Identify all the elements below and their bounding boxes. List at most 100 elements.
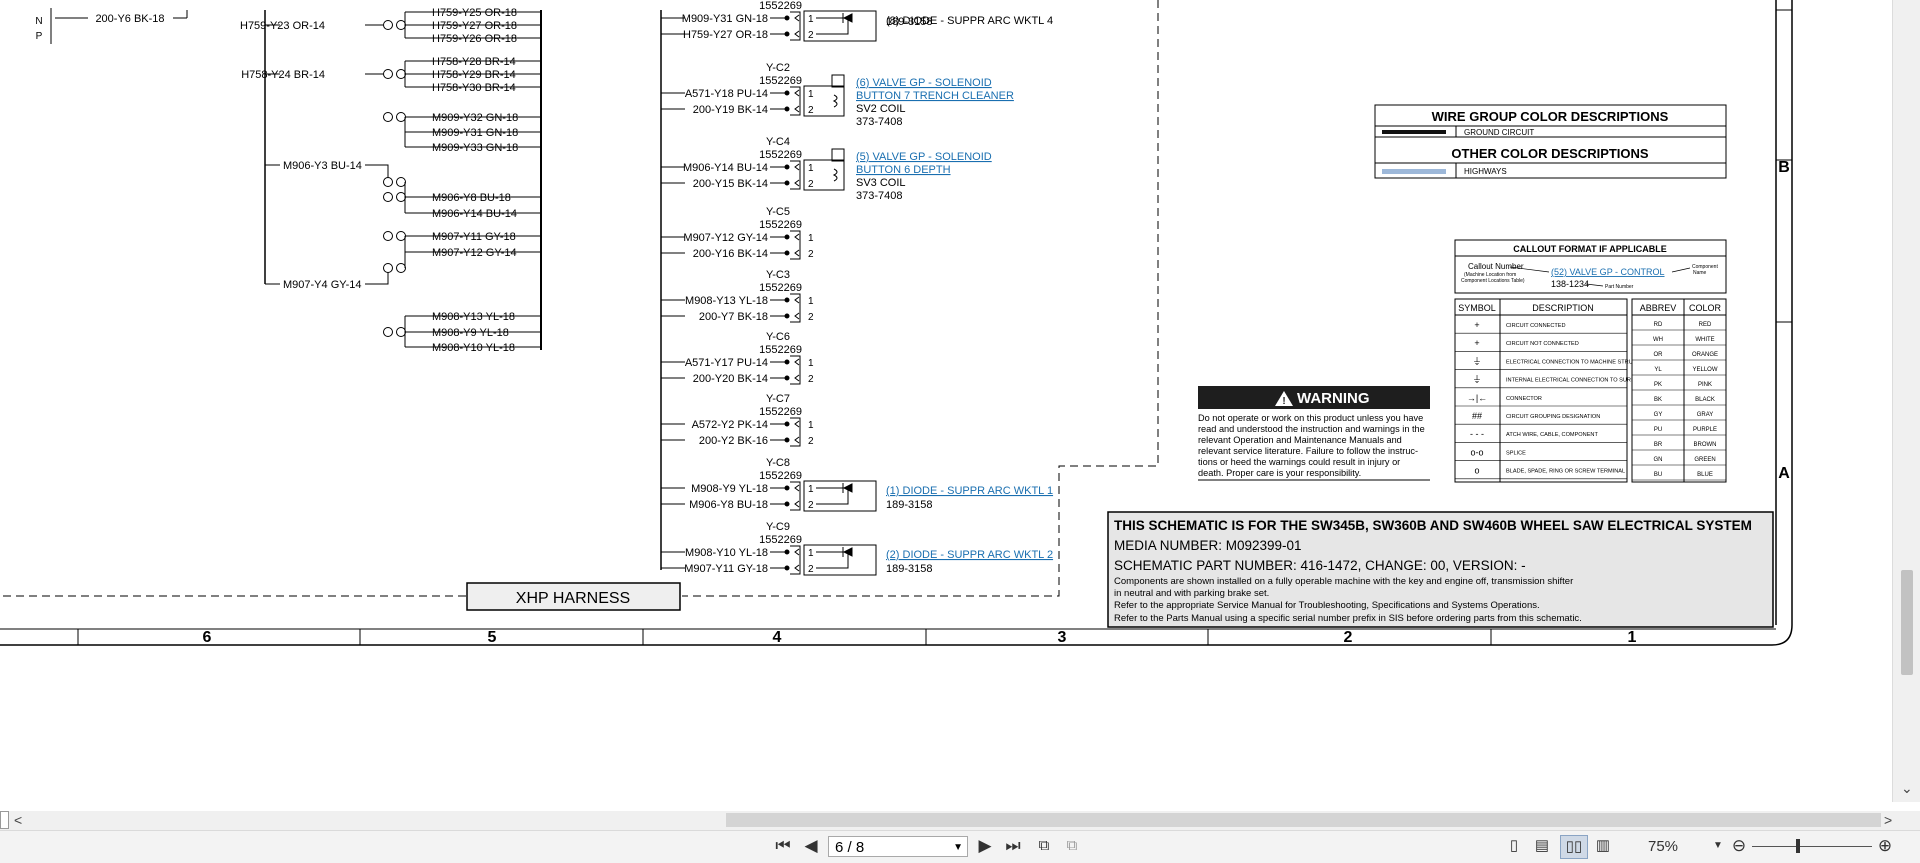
svg-text:1: 1 bbox=[808, 14, 814, 25]
scroll-left-icon[interactable]: < bbox=[14, 812, 22, 828]
previous-page-icon[interactable]: ◀ bbox=[801, 835, 821, 857]
row-letter-b: B bbox=[1778, 159, 1790, 176]
svg-text:2: 2 bbox=[808, 436, 814, 447]
color-abbrev: PU bbox=[1654, 427, 1662, 433]
callout-sample-link: (52) VALVE GP - CONTROL bbox=[1551, 267, 1665, 277]
connector-wire-2: M907-Y11 GY-18 bbox=[684, 563, 768, 575]
svg-text:!: ! bbox=[1282, 396, 1285, 407]
connector-id: Y-C6 bbox=[766, 331, 790, 343]
component-description: BUTTON 7 TRENCH CLEANER bbox=[856, 90, 1014, 102]
zoom-level[interactable]: 75% bbox=[1648, 836, 1678, 858]
connector-wire-1: A571-Y18 PU-14 bbox=[685, 88, 768, 100]
wire-label: M908-Y9 YL-18 bbox=[432, 327, 509, 339]
first-page-icon[interactable]: ⏮ bbox=[772, 835, 794, 857]
continuous-view-icon[interactable]: ▤ bbox=[1531, 835, 1553, 857]
svg-text:1: 1 bbox=[808, 296, 814, 307]
color-abbrev: PK bbox=[1654, 382, 1662, 388]
schematic-part-number: SCHEMATIC PART NUMBER: 416-1472, CHANGE:… bbox=[1114, 558, 1526, 573]
connector-wire-1: M907-Y12 GY-14 bbox=[683, 232, 768, 244]
viewer-toolbar: ⏮ ◀ 6 / 8 ▼ ▶ ⏭ ⧉ ⧉ ▯ ▤ ▯▯ ▥ 75% ▼ ⊖ ⊕ bbox=[0, 830, 1920, 863]
callout-number-label: Callout Number bbox=[1468, 262, 1524, 271]
symbol-glyph: - - - bbox=[1470, 429, 1484, 439]
svg-text:2: 2 bbox=[808, 105, 814, 116]
title-note-4: Refer to the Parts Manual using a specif… bbox=[1114, 613, 1582, 624]
color-abbrev: GY bbox=[1654, 412, 1663, 418]
other-color-title: OTHER COLOR DESCRIPTIONS bbox=[1451, 146, 1649, 161]
vertical-scroll-thumb[interactable] bbox=[1901, 570, 1913, 675]
go-back-view-icon[interactable]: ⧉ bbox=[1033, 835, 1055, 857]
callout-sample-part: 138-1234 bbox=[1551, 279, 1589, 289]
vertical-scrollbar[interactable]: ⌄ bbox=[1892, 0, 1920, 802]
connector-id: Y-C2 bbox=[766, 62, 790, 74]
connector-part-number: 1552269 bbox=[759, 219, 802, 231]
symbol-glyph: →|← bbox=[1467, 393, 1487, 403]
scroll-down-icon[interactable]: ⌄ bbox=[1901, 780, 1913, 796]
component-link: (5) VALVE GP - SOLENOID bbox=[856, 151, 992, 163]
connector-part-number: 1552269 bbox=[759, 149, 802, 161]
connector-wire-2: 200-Y16 BK-14 bbox=[693, 248, 768, 260]
two-page-view-icon[interactable]: ▯▯ bbox=[1560, 835, 1588, 859]
zoom-out-icon[interactable]: ⊖ bbox=[1730, 835, 1748, 857]
connector-part-number: 1552269 bbox=[759, 0, 802, 12]
svg-text:2: 2 bbox=[808, 500, 814, 511]
wire-label: H758-Y24 BR-14 bbox=[241, 69, 325, 81]
connector-part-number: 1552269 bbox=[759, 534, 802, 546]
symbol-glyph: o bbox=[1474, 466, 1479, 476]
symbol-description: ELECTRICAL CONNECTION TO MACHINE STRUCTU… bbox=[1506, 359, 1652, 365]
connector-part-number: 1552269 bbox=[759, 344, 802, 356]
connector-wire-1: A572-Y2 PK-14 bbox=[692, 419, 768, 431]
component-part-number: 373-7408 bbox=[856, 190, 903, 202]
component-detail: 189-3158 bbox=[886, 16, 933, 28]
connector-wire-1: M906-Y14 BU-14 bbox=[683, 162, 768, 174]
wire-label: M906-Y8 BU-18 bbox=[432, 192, 511, 204]
panel-toggle-handle[interactable] bbox=[0, 811, 9, 829]
component-description: BUTTON 6 DEPTH bbox=[856, 164, 951, 176]
page-number-field[interactable]: 6 / 8 ▼ bbox=[828, 836, 968, 857]
symbol-glyph: ## bbox=[1472, 411, 1482, 421]
symbol-description: ATCH WIRE, CABLE, COMPONENT bbox=[1506, 432, 1598, 438]
connector-wire-2: 200-Y15 BK-14 bbox=[693, 178, 768, 190]
last-page-icon[interactable]: ⏭ bbox=[1002, 835, 1024, 857]
horizontal-scroll-thumb[interactable] bbox=[726, 813, 1881, 827]
zoom-dropdown-icon[interactable]: ▼ bbox=[1711, 835, 1725, 857]
color-abbrev: YL bbox=[1654, 367, 1662, 373]
svg-text:1: 1 bbox=[808, 484, 814, 495]
connector-wire-2: 200-Y2 BK-16 bbox=[699, 435, 768, 447]
next-page-icon[interactable]: ▶ bbox=[975, 835, 995, 857]
connector-wire-1: M909-Y31 GN-18 bbox=[682, 13, 768, 25]
component-part-number: 373-7408 bbox=[856, 116, 903, 128]
color-name: WHITE bbox=[1695, 337, 1714, 343]
symbol-glyph: ⏚ bbox=[1472, 375, 1481, 385]
connector-id: Y-C8 bbox=[766, 457, 790, 469]
two-page-continuous-icon[interactable]: ▥ bbox=[1592, 835, 1614, 857]
symbol-description: CIRCUIT GROUPING DESIGNATION bbox=[1506, 414, 1600, 420]
zoom-slider-track[interactable] bbox=[1752, 846, 1872, 847]
column-number-1: 1 bbox=[1628, 629, 1637, 646]
zoom-slider-handle[interactable] bbox=[1796, 839, 1800, 853]
wire-label: H758-Y28 BR-14 bbox=[432, 56, 516, 68]
svg-text:1: 1 bbox=[808, 89, 814, 100]
single-page-view-icon[interactable]: ▯ bbox=[1503, 835, 1525, 857]
horizontal-scrollbar[interactable]: < > bbox=[0, 811, 1920, 830]
wire-label: M907-Y12 GY-14 bbox=[432, 247, 517, 259]
component-link: (2) DIODE - SUPPR ARC WKTL 2 bbox=[886, 549, 1053, 561]
scroll-right-icon[interactable]: > bbox=[1884, 812, 1892, 828]
warning-line-5: tions or heed the warnings could result … bbox=[1198, 457, 1400, 467]
color-name: BLACK bbox=[1695, 397, 1715, 403]
wire-label: M908-Y10 YL-18 bbox=[432, 342, 515, 354]
schematic-page: 1 2 1 2 1 2 1 2 1 2 1 2 1 2 1 2 1 2 NP 200-Y6 BK-18 H759-Y2… bbox=[0, 0, 1793, 646]
column-number-6: 6 bbox=[203, 629, 212, 646]
symbol-glyph: + bbox=[1474, 320, 1479, 330]
page-dropdown-icon[interactable]: ▼ bbox=[953, 837, 963, 858]
zoom-in-icon[interactable]: ⊕ bbox=[1876, 835, 1894, 857]
document-viewport[interactable]: 1 2 1 2 1 2 1 2 1 2 1 2 1 2 1 2 1 2 N P 200-Y6 BK-18 H759-Y2… bbox=[0, 0, 1892, 802]
symbol-description: CONNECTOR bbox=[1506, 396, 1542, 402]
connector-wire-1: M908-Y10 YL-18 bbox=[685, 547, 768, 559]
pin-label-n: N bbox=[35, 16, 42, 27]
wire-label: M906-Y14 BU-14 bbox=[432, 208, 517, 220]
connector-wire-2: 200-Y20 BK-14 bbox=[693, 373, 768, 385]
go-forward-view-icon[interactable]: ⧉ bbox=[1061, 835, 1083, 857]
warning-line-6: death. Proper care is your responsibilit… bbox=[1198, 468, 1361, 478]
connector-wire-2: 200-Y19 BK-14 bbox=[693, 104, 768, 116]
symbol-description: BLADE, SPADE, RING OR SCREW TERMINAL bbox=[1506, 469, 1625, 475]
